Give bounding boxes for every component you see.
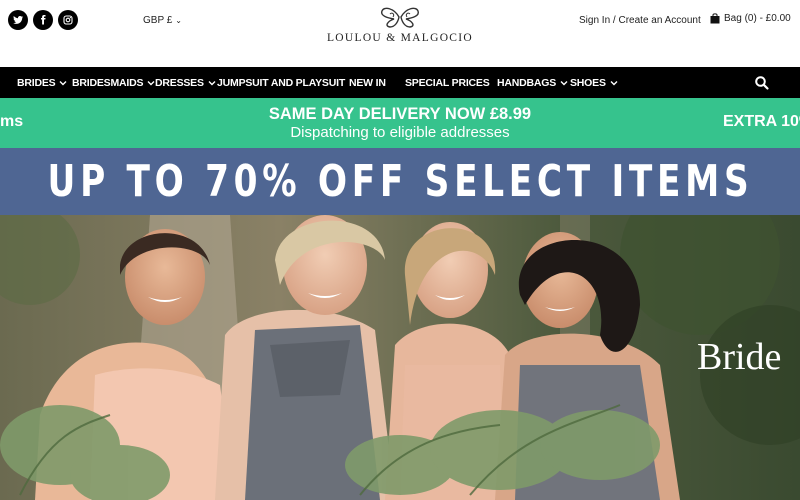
account-links: Sign In / Create an Account bbox=[579, 15, 701, 26]
nav-item-dresses[interactable]: DRESSES bbox=[155, 67, 216, 98]
twitter-icon[interactable] bbox=[8, 10, 28, 30]
nav-item-label: JUMPSUIT AND PLAYSUIT bbox=[217, 76, 346, 89]
bag-link[interactable]: Bag (0) - £0.00 bbox=[710, 13, 791, 24]
search-icon[interactable] bbox=[754, 75, 770, 91]
social-links bbox=[8, 10, 78, 30]
sign-in-link[interactable]: Sign In bbox=[579, 15, 610, 26]
chevron-down-icon: ⌄ bbox=[175, 16, 182, 25]
main-navigation: BRIDES BRIDESMAIDS DRESSES JUMPSUIT AND … bbox=[0, 67, 800, 98]
nav-item-jumpsuit-and-playsuit[interactable]: JUMPSUIT AND PLAYSUIT bbox=[217, 67, 345, 98]
nav-item-bridesmaids[interactable]: BRIDESMAIDS bbox=[72, 67, 155, 98]
instagram-icon[interactable] bbox=[58, 10, 78, 30]
promo-subtitle: Dispatching to eligible addresses bbox=[290, 124, 510, 141]
chevron-down-icon bbox=[560, 80, 568, 85]
nav-item-label: HANDBAGS bbox=[497, 76, 557, 89]
nav-item-new-in[interactable]: NEW IN bbox=[349, 67, 386, 98]
nav-item-label: NEW IN bbox=[349, 76, 386, 89]
chevron-down-icon bbox=[208, 80, 216, 85]
nav-item-label: SPECIAL PRICES bbox=[405, 76, 490, 89]
sale-banner[interactable]: UP TO 70% OFF SELECT ITEMS bbox=[0, 148, 800, 215]
bag-summary: Bag (0) - £0.00 bbox=[724, 13, 791, 24]
promo-title: SAME DAY DELIVERY NOW £8.99 bbox=[268, 105, 532, 123]
nav-item-label: BRIDESMAIDS bbox=[72, 76, 144, 89]
promo-fragment-left: ms bbox=[0, 113, 24, 130]
site-logo[interactable]: LOULOU & MALGOCIO bbox=[320, 6, 480, 44]
chevron-down-icon bbox=[59, 80, 67, 85]
create-account-link[interactable]: Create an Account bbox=[618, 15, 700, 26]
nav-item-special-prices[interactable]: SPECIAL PRICES bbox=[405, 67, 490, 98]
nav-item-shoes[interactable]: SHOES bbox=[570, 67, 618, 98]
nav-item-label: BRIDES bbox=[17, 76, 56, 89]
facebook-icon[interactable] bbox=[33, 10, 53, 30]
currency-label: GBP £ bbox=[143, 15, 173, 26]
promo-message: SAME DAY DELIVERY NOW £8.99 Dispatching … bbox=[200, 104, 600, 142]
nav-item-brides[interactable]: BRIDES bbox=[17, 67, 67, 98]
top-bar: GBP £ ⌄ LOULOU & MALGOCIO Sign In / Crea… bbox=[0, 0, 800, 67]
butterfly-logo-icon bbox=[381, 7, 419, 28]
delivery-banner[interactable]: ms SAME DAY DELIVERY NOW £8.99 Dispatchi… bbox=[0, 98, 800, 148]
chevron-down-icon bbox=[610, 80, 618, 85]
sale-text: UP TO 70% OFF SELECT ITEMS bbox=[47, 156, 753, 207]
hero-image[interactable]: Bride bbox=[0, 215, 800, 500]
promo-fragment-right: EXTRA 10% bbox=[723, 113, 800, 130]
nav-item-handbags[interactable]: HANDBAGS bbox=[497, 67, 568, 98]
logo-text: LOULOU & MALGOCIO bbox=[326, 32, 474, 44]
bridesmaids-photo bbox=[0, 215, 800, 500]
nav-item-label: SHOES bbox=[570, 76, 606, 89]
bag-icon bbox=[710, 13, 720, 24]
currency-selector[interactable]: GBP £ ⌄ bbox=[143, 15, 182, 26]
hero-caption: Bride bbox=[697, 336, 782, 378]
nav-item-label: DRESSES bbox=[155, 76, 204, 89]
